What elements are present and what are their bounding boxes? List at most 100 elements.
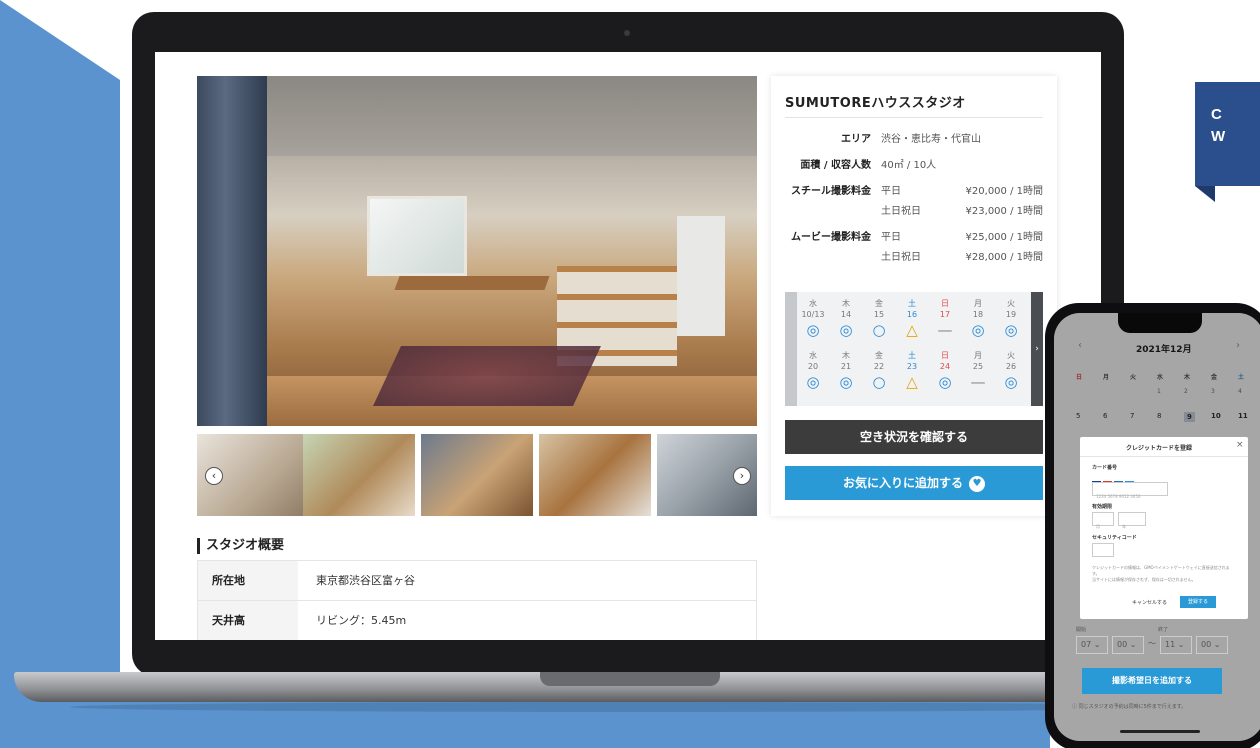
studio-info-panel: SUMUTOREハウススタジオ エリア 渋谷・恵比寿・代官山 面積 / 収容人数… [771,76,1057,516]
add-favorite-button[interactable]: お気に入りに追加する ♥ [785,466,1043,500]
thumbnail-strip [197,434,757,516]
calendar-date: 15 [873,310,885,319]
calendar-date: 24 [939,362,951,371]
photo-rug [373,346,601,406]
laptop-screen: ‹ › スタジオ概要 所在地 東京都渋谷区富ヶ谷 天井高 リビング：5.45m … [155,52,1101,640]
end-hour-select[interactable]: 11 ⌄ [1160,636,1192,654]
expiry-year-select[interactable]: 年 [1118,512,1146,529]
check-availability-button[interactable]: 空き状況を確認する [785,420,1043,454]
calendar-next-icon[interactable]: › [1031,292,1043,406]
modal-note-line1: クレジットカードの情報は、GMOペイメントゲートウェイに直接送信されます。 [1092,565,1230,576]
availability-mark[interactable]: — [929,322,961,338]
still-holiday-label: 土日祝日 [881,206,921,217]
movie-weekday-price: ¥25,000 / 1時間 [965,232,1043,243]
photo-window [367,196,467,276]
modal-close-icon[interactable]: × [1236,440,1244,450]
calendar-weekday: 月 [974,351,982,360]
calendar-date: 18 [972,310,984,319]
laptop-notch [540,672,720,686]
card-number-input[interactable]: 1234 5678 9012 3456 [1092,482,1168,499]
availability-mark[interactable]: △ [896,374,928,390]
heart-icon: ♥ [969,475,985,492]
photo-fridge [677,216,725,336]
calendar-date: 19 [1005,310,1017,319]
studio-title: SUMUTOREハウススタジオ [785,96,966,111]
phone-home-indicator [1120,730,1200,733]
add-shoot-date-button[interactable]: 撮影希望日を追加する [1082,668,1222,694]
calendar-weekday: 水 [809,351,817,360]
side-badge: C W [1195,82,1260,186]
phone-footer-note: ⓘ 同じスタジオの予約は同時に5件まで行えます。 [1072,704,1187,710]
calendar-weekday: 月 [974,299,982,308]
still-holiday-price: ¥23,000 / 1時間 [965,206,1043,217]
availability-mark[interactable]: ◎ [797,374,829,390]
start-time-label: 開始 [1076,627,1087,633]
availability-mark[interactable]: — [962,374,994,390]
card-number-placeholder: 1234 5678 9012 3456 [1096,494,1141,499]
thumbnail-next-icon[interactable]: › [733,467,751,485]
laptop-shadow [70,702,1190,712]
availability-mark[interactable]: ○ [863,374,895,390]
start-hour-value: 07 [1081,640,1092,649]
availability-mark[interactable]: ◎ [830,374,862,390]
end-hour-value: 11 [1165,640,1176,649]
expiry-month-select[interactable]: 月 [1092,512,1114,529]
modal-note: クレジットカードの情報は、GMOペイメントゲートウェイに直接送信されます。 当サ… [1092,565,1236,583]
calendar-weekday: 火 [1007,299,1015,308]
thumbnail[interactable] [421,434,533,516]
availability-mark[interactable]: ○ [863,322,895,338]
side-badge-line2: W [1211,128,1226,145]
calendar-date: 16 [906,310,918,319]
calendar-date: 21 [840,362,852,371]
end-minute-select[interactable]: 00 ⌄ [1196,636,1228,654]
modal-cancel-button[interactable]: キャンセルする [1132,599,1167,606]
row-value: リビング：5.45m [316,614,407,627]
calendar-date: 26 [1005,362,1017,371]
studio-main-photo[interactable] [197,76,757,426]
calendar-weekday: 金 [875,351,883,360]
table-row: 所在地 東京都渋谷区富ヶ谷 [198,561,756,601]
overview-heading: スタジオ概要 [197,538,284,554]
still-weekday-label: 平日 [881,186,901,197]
calendar-date: 17 [939,310,951,319]
calendar-weekday: 日 [941,351,949,360]
security-code-input[interactable] [1092,543,1114,557]
availability-mark[interactable]: ◎ [830,322,862,338]
calendar-weekday: 金 [875,299,883,308]
calendar-date: 10/13 [801,310,825,319]
calendar-date: 22 [873,362,885,371]
table-row: 天井高 リビング：5.45m [198,601,756,640]
row-key: 所在地 [198,561,298,600]
area-label: エリア [841,134,871,145]
availability-mark[interactable]: △ [896,322,928,338]
expiry-year-value: 年 [1122,524,1126,529]
calendar-weekday: 日 [941,299,949,308]
calendar-date: 23 [906,362,918,371]
expiry-month-value: 月 [1096,524,1100,529]
side-badge-line1: C [1211,106,1222,123]
availability-mark[interactable]: ◎ [995,374,1027,390]
calendar-date: 14 [840,310,852,319]
thumbnail-prev-icon[interactable]: ‹ [205,467,223,485]
modal-note-line2: 当サイトには情報が保存されず、保存は一切されません。 [1092,577,1196,582]
calendar-weekday: 火 [1007,351,1015,360]
add-favorite-label: お気に入りに追加する [842,476,963,490]
side-badge-tail [1195,186,1215,202]
overview-table: 所在地 東京都渋谷区富ヶ谷 天井高 リビング：5.45m [197,560,757,640]
security-code-label: セキュリティコード [1092,535,1137,541]
calendar-weekday: 土 [908,299,916,308]
start-minute-select[interactable]: 00 ⌄ [1112,636,1144,654]
end-minute-value: 00 [1201,640,1212,649]
availability-mark[interactable]: ◎ [962,322,994,338]
movie-holiday-label: 土日祝日 [881,252,921,263]
availability-mark[interactable]: ◎ [929,374,961,390]
thumbnail[interactable] [539,434,651,516]
modal-register-button[interactable]: 登録する [1180,596,1216,608]
availability-mark[interactable]: ◎ [995,322,1027,338]
calendar-date: 20 [807,362,819,371]
availability-mark[interactable]: ◎ [797,322,829,338]
start-hour-select[interactable]: 07 ⌄ [1076,636,1108,654]
calendar-weekday: 木 [842,299,850,308]
calendar-prev-edge[interactable] [785,292,797,406]
thumbnail[interactable] [303,434,415,516]
